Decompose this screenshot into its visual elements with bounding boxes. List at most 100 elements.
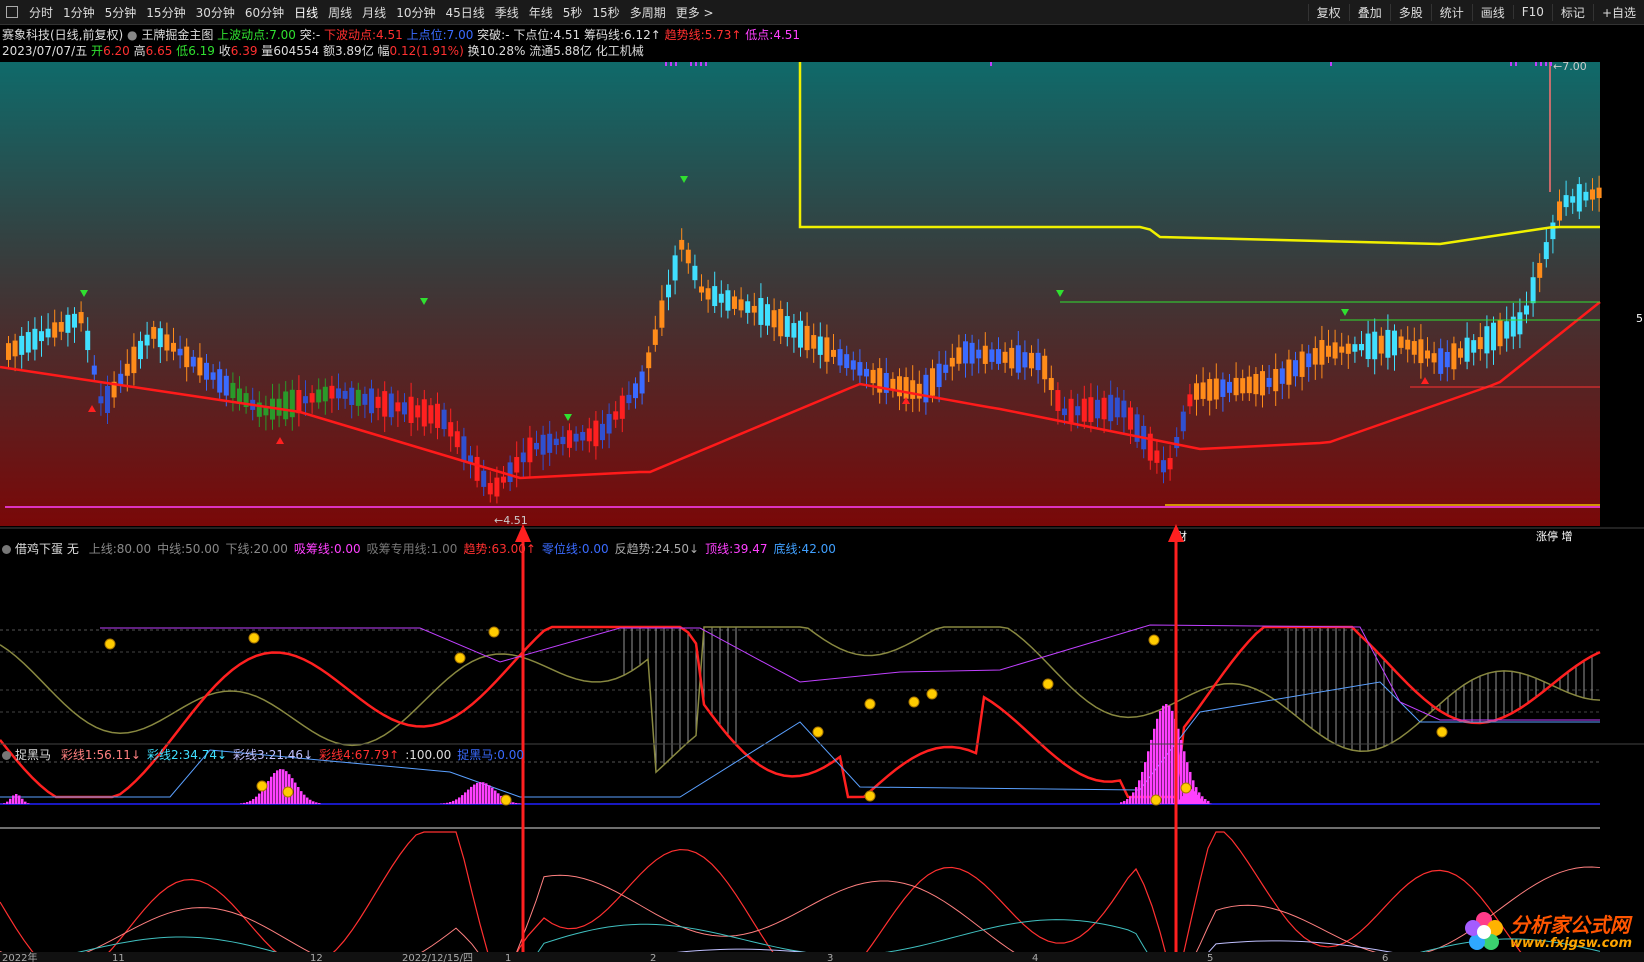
accumulation-bar [261,789,264,804]
accumulation-bar [1203,801,1206,804]
candle-body [1227,381,1232,393]
candle-body [1319,340,1325,365]
accumulation-bar [294,782,297,804]
candle-body [527,437,533,463]
breakout-label: 突破: [477,28,506,42]
period-tab[interactable]: 日线 [289,4,323,21]
candle-body [448,422,454,437]
period-tab[interactable]: 30分钟 [191,4,240,21]
panel2-name[interactable]: 借鸡下蛋 [15,542,63,556]
toolbar-button[interactable]: 叠加 [1348,3,1390,21]
period-tab[interactable]: 年线 [524,4,558,21]
top-tick [690,62,692,66]
accumulation-bar [6,801,9,804]
accumulation-bar [303,794,306,804]
accumulation-bar [1191,789,1194,804]
period-tab[interactable]: 季线 [490,4,524,21]
toolbar-button[interactable]: 统计 [1430,3,1472,21]
right-tag-label: 涨停 增 [1536,529,1573,543]
candle-body [593,420,599,447]
right-edge-label: 5 [1636,312,1643,325]
candle-body [1161,460,1166,473]
window-icon[interactable] [6,6,18,18]
period-tab[interactable]: 月线 [357,4,391,21]
candle-body [1418,339,1424,364]
period-tab[interactable]: 5分钟 [100,4,142,21]
candle-body [534,442,539,450]
period-tab[interactable]: 5秒 [558,4,588,21]
candle-body [659,300,665,328]
candle-body [1022,352,1028,368]
period-tab[interactable]: 1分钟 [58,4,100,21]
period-tab[interactable]: 15分钟 [141,4,190,21]
candle-body [1359,343,1364,351]
upper-wave-label: 上波动点: [217,28,270,42]
toolbar-button[interactable]: F10 [1512,5,1552,19]
period-tab[interactable]: 15秒 [587,4,624,21]
candle-body [732,296,737,309]
indicator-name[interactable]: 王牌掘金主图 [141,28,213,42]
toolbar-button[interactable]: 标记 [1551,3,1593,21]
toolbar-button[interactable]: 复权 [1307,3,1349,21]
candle-body [718,293,724,303]
candle-body [283,391,289,420]
chart-canvas[interactable]: ←7.00←4.51财涨停 增5 2022年11122022/12/15/四12… [0,62,1644,962]
period-tab[interactable]: 10分钟 [391,4,440,21]
accumulation-bar [485,783,488,804]
top-tick [705,62,707,66]
candle-body [1002,351,1008,363]
accumulation-bar [279,769,282,804]
accumulation-bar [21,798,24,804]
top-tick [990,62,992,66]
panel2-toggle-icon[interactable] [2,545,11,554]
x-axis: 2022年 11 12 2022/12/15/四 1 2 3 4 5 6 [0,951,1644,962]
panel3-value: 彩线2:34.74↓ [146,748,228,762]
candle-body [666,284,671,298]
breakout-value: - [505,28,510,42]
toolbar-button[interactable]: +自选 [1592,3,1644,21]
axis-label: 2 [650,953,656,962]
turnover-value: 10.28% [479,44,526,58]
period-tab[interactable]: 分时 [24,4,58,21]
gold-coin-icon [104,638,116,650]
period-tab[interactable]: 60分钟 [240,4,289,21]
panel3-toggle-icon[interactable] [2,751,11,760]
candle-body [613,411,619,420]
top-tick [1330,62,1332,66]
candle-body [1464,337,1470,362]
candle-body [1114,397,1120,418]
panel3-name[interactable]: 捉黑马 [15,748,51,762]
accumulation-bar [443,803,446,804]
candle-body [91,365,97,375]
candle-body [1194,383,1199,400]
candle-body [184,346,190,368]
period-tab[interactable]: 45日线 [440,4,489,21]
panel3-header: 捉黑马 彩线1:56.11↓ 彩线2:34.74↓ 彩线3:21.46↓ 彩线4:67… [2,746,524,763]
period-tab[interactable]: 更多 > [671,4,719,21]
accumulation-bar [1159,710,1162,804]
accumulation-bar [1129,796,1132,804]
period-tab[interactable]: 多周期 [625,4,671,21]
gold-coin-icon [864,698,876,710]
accumulation-bar [1165,704,1168,804]
candle-body [1081,398,1087,422]
candle-body [996,349,1001,364]
candle-body [1293,360,1298,377]
toolbar-button[interactable]: 多股 [1389,3,1431,21]
lower-wave-value: 4.51 [376,28,403,42]
accumulation-bar [1182,796,1185,804]
indicator-circle-icon[interactable]: ● [127,28,137,42]
accumulation-bar [276,770,279,804]
candle-body [388,393,394,418]
high-value: 6.65 [145,44,173,58]
panel2-value: 吸筹线:0.00 [293,542,361,556]
candle-body [1451,343,1457,370]
quote-date: 2023/07/07/五 [2,44,88,58]
signal-arrows [515,524,1184,962]
gold-coin-icon [500,794,512,806]
trend-value: 5.73↑ [704,28,742,42]
period-tab[interactable]: 周线 [323,4,357,21]
candle-body [461,436,467,462]
toolbar-button[interactable]: 画线 [1471,3,1513,21]
candle-body [633,383,638,399]
